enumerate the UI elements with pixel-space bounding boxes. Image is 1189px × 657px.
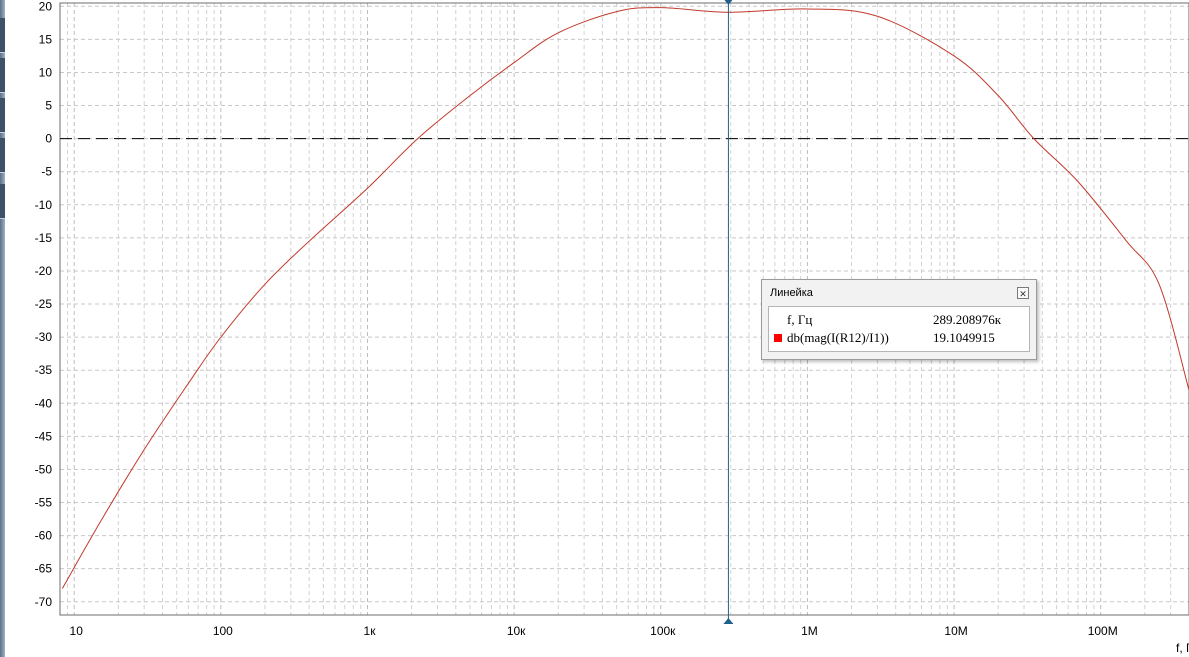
- y-tick-label: -40: [35, 396, 53, 410]
- x-tick-label: 1к: [364, 624, 377, 638]
- y-tick-label: 10: [39, 65, 53, 79]
- x-tick-label: 100к: [650, 624, 676, 638]
- x-tick-label: 10M: [944, 624, 967, 638]
- ruler-row-name: db(mag(I(R12)/I1)): [787, 330, 889, 345]
- ruler-row-value: 289.208976к: [933, 312, 1002, 327]
- ruler-title: Линейка: [770, 287, 813, 299]
- y-tick-label: -65: [35, 562, 53, 576]
- x-tick-label: 10: [70, 624, 84, 638]
- x-tick-label: 100M: [1088, 624, 1118, 638]
- y-tick-label: -25: [35, 297, 53, 311]
- y-tick-label: -50: [35, 462, 53, 476]
- series-color-swatch: [774, 334, 782, 342]
- y-tick-label: 20: [39, 0, 53, 13]
- y-tick-label: -10: [35, 198, 53, 212]
- y-tick-label: -45: [35, 429, 53, 443]
- y-tick-label: -70: [35, 595, 53, 609]
- ruler-row-frequency: f, Гц 289.208976к: [769, 311, 1029, 329]
- ruler-row-name: f, Гц: [787, 312, 813, 327]
- close-icon[interactable]: ✕: [1017, 287, 1029, 299]
- ruler-readout: f, Гц 289.208976к db(mag(I(R12)/I1)) 19.…: [768, 306, 1030, 352]
- y-tick-label: 0: [45, 132, 52, 146]
- y-tick-label: -5: [41, 165, 52, 179]
- x-tick-label: 1M: [801, 624, 818, 638]
- cursor-handle[interactable]: [723, 618, 734, 624]
- y-tick-label: 15: [39, 32, 53, 46]
- y-tick-label: 5: [45, 99, 52, 113]
- x-axis-ticks: 10 100 1к 10к 100к 1M 10M 100M: [70, 624, 1118, 638]
- y-tick-label: -20: [35, 264, 53, 278]
- y-tick-label: -35: [35, 363, 53, 377]
- y-tick-label: -60: [35, 529, 53, 543]
- x-tick-label: 100: [213, 624, 233, 638]
- y-tick-label: -30: [35, 330, 53, 344]
- y-tick-label: -55: [35, 496, 53, 510]
- ruler-row-series: db(mag(I(R12)/I1)) 19.1049915: [769, 329, 1029, 347]
- ruler-panel[interactable]: Линейка ✕ f, Гц 289.208976к db(mag(I(R12…: [761, 279, 1037, 360]
- y-axis-ticks: 20 15 10 5 0 -5 -10 -15 -20 -25 -30 -35 -40 -45 -50 -55…: [35, 0, 53, 609]
- x-axis-label: f, Г: [1176, 641, 1189, 655]
- y-tick-label: -15: [35, 231, 53, 245]
- x-tick-label: 10к: [507, 624, 526, 638]
- cursor[interactable]: [723, 0, 734, 624]
- ruler-row-value: 19.1049915: [933, 330, 995, 345]
